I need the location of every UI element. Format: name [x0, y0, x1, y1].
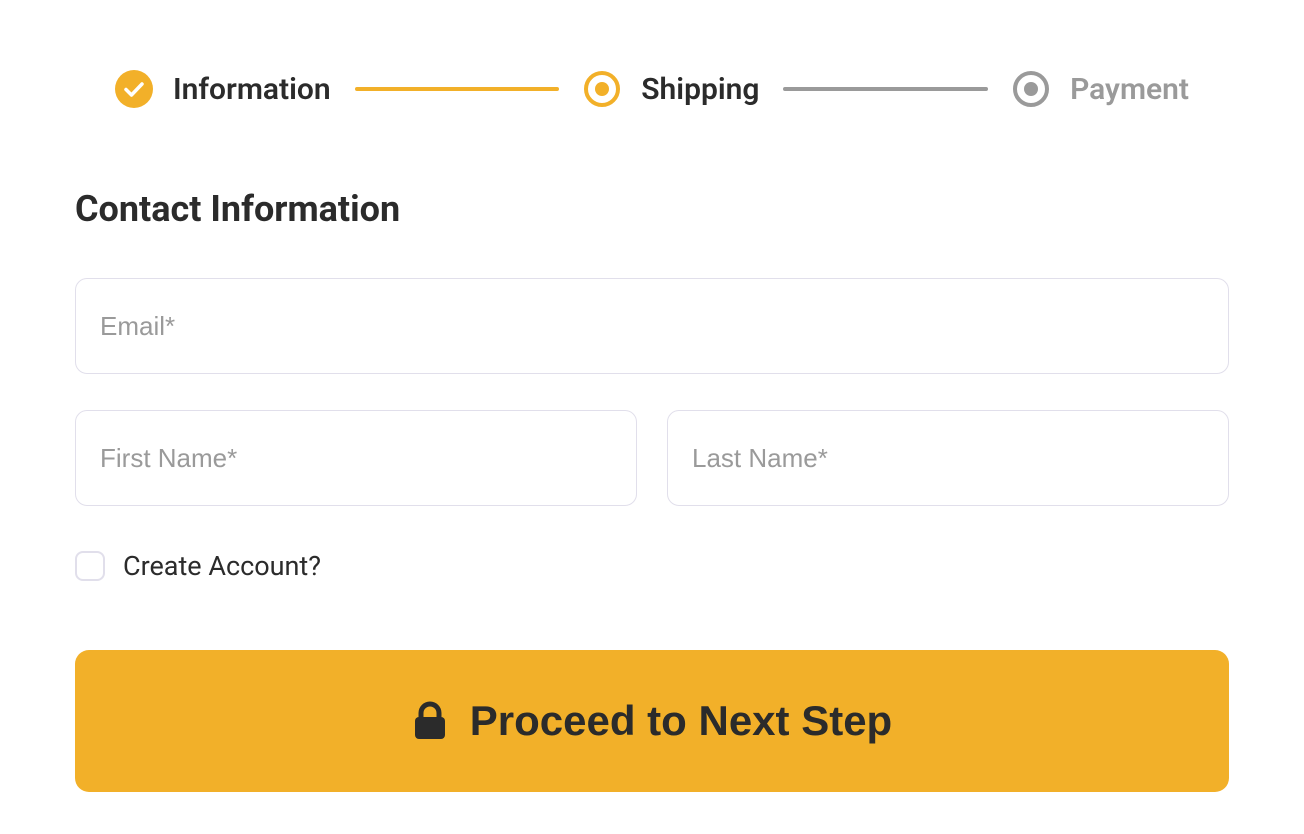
- checkbox-icon[interactable]: [75, 551, 105, 581]
- step-label: Shipping: [641, 72, 759, 107]
- radio-current-icon: [583, 70, 621, 108]
- step-payment[interactable]: Payment: [1012, 70, 1189, 108]
- proceed-button[interactable]: Proceed to Next Step: [75, 650, 1229, 792]
- lock-icon: [412, 701, 448, 741]
- last-name-field[interactable]: [667, 410, 1229, 506]
- name-row: [75, 410, 1229, 506]
- step-connector: [783, 87, 988, 91]
- email-field[interactable]: [75, 278, 1229, 374]
- section-heading: Contact Information: [75, 188, 1229, 230]
- radio-upcoming-icon: [1012, 70, 1050, 108]
- step-shipping[interactable]: Shipping: [583, 70, 759, 108]
- proceed-button-label: Proceed to Next Step: [470, 697, 892, 745]
- check-circle-icon: [115, 70, 153, 108]
- first-name-field[interactable]: [75, 410, 637, 506]
- step-connector: [355, 87, 560, 91]
- create-account-label: Create Account?: [123, 550, 321, 582]
- create-account-toggle[interactable]: Create Account?: [75, 550, 1229, 582]
- step-label: Information: [173, 72, 331, 107]
- step-label: Payment: [1070, 72, 1189, 107]
- checkout-stepper: Information Shipping Payment: [75, 70, 1229, 108]
- step-information[interactable]: Information: [115, 70, 331, 108]
